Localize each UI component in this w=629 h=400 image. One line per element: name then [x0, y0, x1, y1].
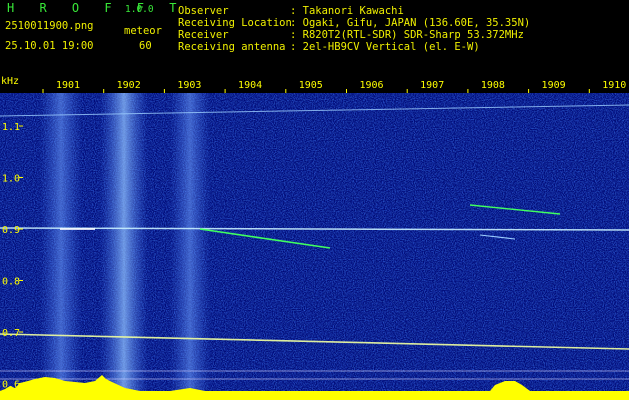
time-label: 1902 [117, 80, 141, 91]
app-name: H R O F F T [7, 1, 186, 15]
info-value-antenna: : 2el-HB9CV Vertical (el. E-W) [290, 41, 480, 53]
time-label: 1903 [177, 80, 201, 91]
time-label: 1909 [542, 80, 566, 91]
detection-count: 60 [139, 40, 152, 52]
freq-label: 0.8 [2, 277, 20, 288]
spectrogram: 1901 1902 1903 1904 1905 1906 1907 1908 1909 1910… [0, 75, 629, 400]
info-label-antenna: Receiving antenna [178, 41, 286, 53]
freq-unit-label: kHz [1, 76, 19, 87]
time-label: 1906 [359, 80, 383, 91]
time-label: 1904 [238, 80, 262, 91]
time-label: 1905 [299, 80, 323, 91]
interference-band [170, 85, 210, 400]
app-version: 1.0.0 [125, 4, 154, 15]
time-label: 1901 [56, 80, 80, 91]
date-time: 25.10.01 19:00 [5, 40, 94, 52]
freq-label: 1.1 [2, 122, 20, 133]
time-label: 1907 [420, 80, 444, 91]
noise-texture [0, 85, 629, 400]
interference-band [100, 85, 148, 400]
freq-label: 1.0 [2, 174, 20, 185]
freq-label: 0.6 [2, 380, 20, 391]
freq-label: 0.9 [2, 225, 20, 236]
hrofft-window: H R O F F T 1.0.0 2510011900.png meteor … [0, 0, 629, 400]
file-name: 2510011900.png [5, 20, 94, 32]
time-label: 1910 [602, 80, 626, 91]
time-label: 1908 [481, 80, 505, 91]
interference-band [40, 85, 82, 400]
detection-label: meteor [124, 25, 162, 37]
freq-label: 0.7 [2, 328, 20, 339]
